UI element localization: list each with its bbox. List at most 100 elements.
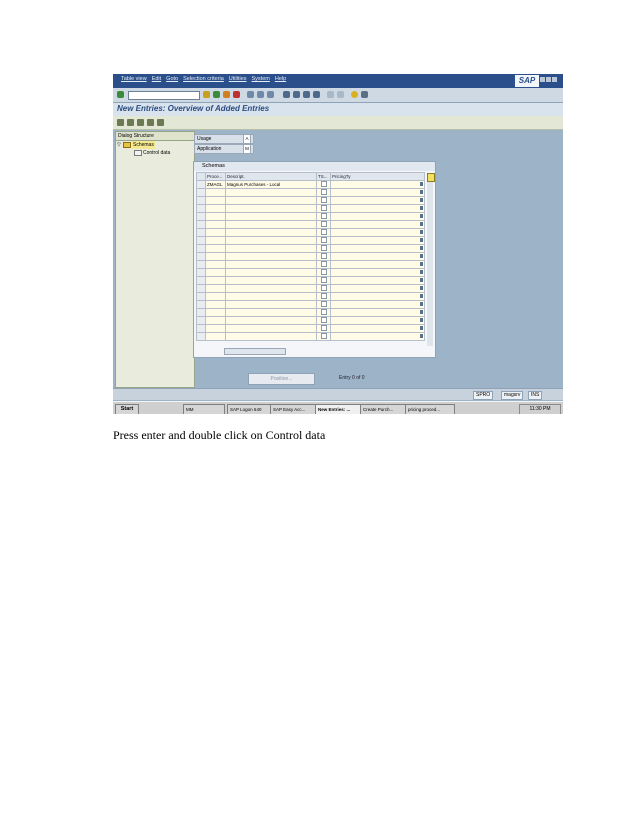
- ts-checkbox-cell[interactable]: [316, 236, 331, 245]
- description-cell[interactable]: [225, 252, 317, 261]
- menu-selection-criteria[interactable]: Selection criteria: [183, 76, 224, 82]
- ts-checkbox[interactable]: [320, 269, 327, 276]
- pricing-type-cell[interactable]: [330, 220, 425, 229]
- pricing-type-cell[interactable]: [330, 204, 425, 213]
- value-help-icon[interactable]: [420, 278, 423, 283]
- ts-checkbox[interactable]: [320, 301, 327, 308]
- pricing-type-cell[interactable]: [330, 260, 425, 269]
- table-row[interactable]: [196, 292, 425, 301]
- ts-checkbox[interactable]: [320, 253, 327, 260]
- procedure-cell[interactable]: [205, 260, 226, 269]
- value-help-icon[interactable]: [420, 238, 423, 243]
- value-help-icon[interactable]: [420, 246, 423, 251]
- shortcut-icon[interactable]: [337, 91, 344, 98]
- pricing-type-cell[interactable]: [330, 228, 425, 237]
- procedure-cell[interactable]: [205, 308, 226, 317]
- back-icon[interactable]: [213, 91, 220, 98]
- value-help-icon[interactable]: [420, 262, 423, 267]
- table-row[interactable]: [196, 316, 425, 325]
- row-selector[interactable]: [196, 252, 206, 261]
- ts-checkbox-cell[interactable]: [316, 212, 331, 221]
- value-help-icon[interactable]: [420, 206, 423, 211]
- ts-checkbox-cell[interactable]: [316, 300, 331, 309]
- ts-checkbox-cell[interactable]: [316, 180, 331, 189]
- description-cell[interactable]: [225, 196, 317, 205]
- row-selector[interactable]: [196, 220, 206, 229]
- table-row[interactable]: [196, 308, 425, 317]
- description-cell[interactable]: [225, 324, 317, 333]
- ts-checkbox[interactable]: [320, 181, 327, 188]
- ts-checkbox[interactable]: [320, 285, 327, 292]
- table-row[interactable]: [196, 324, 425, 333]
- row-selector[interactable]: [196, 332, 206, 341]
- menu-utilities[interactable]: Utilities: [229, 76, 247, 82]
- ts-checkbox[interactable]: [320, 237, 327, 244]
- table-row[interactable]: [196, 260, 425, 269]
- description-cell[interactable]: [225, 244, 317, 253]
- collapse-icon[interactable]: ▽: [117, 141, 121, 149]
- value-help-icon[interactable]: [420, 198, 423, 203]
- table-row[interactable]: [196, 188, 425, 197]
- cancel-icon[interactable]: [233, 91, 240, 98]
- ts-checkbox-cell[interactable]: [316, 284, 331, 293]
- row-selector[interactable]: [196, 268, 206, 277]
- column-header-description[interactable]: Descript.: [225, 172, 317, 181]
- table-row[interactable]: [196, 228, 425, 237]
- change-icon[interactable]: [117, 119, 124, 126]
- table-row[interactable]: [196, 300, 425, 309]
- tree-item-control-data[interactable]: Control data: [116, 149, 194, 157]
- row-selector[interactable]: [196, 324, 206, 333]
- description-cell[interactable]: [225, 220, 317, 229]
- pricing-type-cell[interactable]: [330, 196, 425, 205]
- help-icon[interactable]: [351, 91, 358, 98]
- value-help-icon[interactable]: [420, 182, 423, 187]
- value-help-icon[interactable]: [420, 318, 423, 323]
- procedure-cell[interactable]: [205, 252, 226, 261]
- pricing-type-cell[interactable]: [330, 300, 425, 309]
- procedure-cell[interactable]: [205, 332, 226, 341]
- description-cell[interactable]: [225, 260, 317, 269]
- find-icon[interactable]: [257, 91, 264, 98]
- ts-checkbox[interactable]: [320, 221, 327, 228]
- close-icon[interactable]: [552, 77, 557, 82]
- next-entry-icon[interactable]: [157, 119, 164, 126]
- ts-checkbox[interactable]: [320, 189, 327, 196]
- column-header-pricing-type[interactable]: PricingTy: [330, 172, 425, 181]
- ts-checkbox-cell[interactable]: [316, 204, 331, 213]
- description-cell[interactable]: Magnus Purchases - Local: [225, 180, 317, 189]
- taskbar-item-new-entries[interactable]: New Entries: ...: [315, 404, 361, 414]
- find-next-icon[interactable]: [267, 91, 274, 98]
- description-cell[interactable]: [225, 316, 317, 325]
- last-page-icon[interactable]: [313, 91, 320, 98]
- description-cell[interactable]: [225, 292, 317, 301]
- enter-icon[interactable]: [117, 91, 124, 98]
- first-page-icon[interactable]: [283, 91, 290, 98]
- value-help-icon[interactable]: [420, 302, 423, 307]
- pricing-type-cell[interactable]: [330, 180, 425, 189]
- table-row[interactable]: [196, 244, 425, 253]
- procedure-cell[interactable]: [205, 228, 226, 237]
- ts-checkbox-cell[interactable]: [316, 268, 331, 277]
- ts-checkbox-cell[interactable]: [316, 244, 331, 253]
- procedure-cell[interactable]: [205, 188, 226, 197]
- tree-item-schemas[interactable]: ▽ Schemas: [116, 141, 194, 149]
- table-row[interactable]: [196, 268, 425, 277]
- description-cell[interactable]: [225, 308, 317, 317]
- procedure-cell[interactable]: [205, 284, 226, 293]
- ts-checkbox-cell[interactable]: [316, 220, 331, 229]
- taskbar-item-pricing-procedure[interactable]: pricing proced...: [405, 404, 455, 414]
- taskbar-item-sap-easy-access[interactable]: SAP Easy Acc...: [270, 404, 316, 414]
- table-horizontal-scrollbar[interactable]: [224, 348, 286, 355]
- exit-icon[interactable]: [223, 91, 230, 98]
- table-row[interactable]: [196, 196, 425, 205]
- ts-checkbox[interactable]: [320, 333, 327, 340]
- ts-checkbox-cell[interactable]: [316, 228, 331, 237]
- description-cell[interactable]: [225, 204, 317, 213]
- row-selector[interactable]: [196, 244, 206, 253]
- menu-help[interactable]: Help: [275, 76, 286, 82]
- pricing-type-cell[interactable]: [330, 324, 425, 333]
- column-header-procedure[interactable]: Proce...: [205, 172, 226, 181]
- pricing-type-cell[interactable]: [330, 292, 425, 301]
- table-row[interactable]: [196, 204, 425, 213]
- ts-checkbox-cell[interactable]: [316, 308, 331, 317]
